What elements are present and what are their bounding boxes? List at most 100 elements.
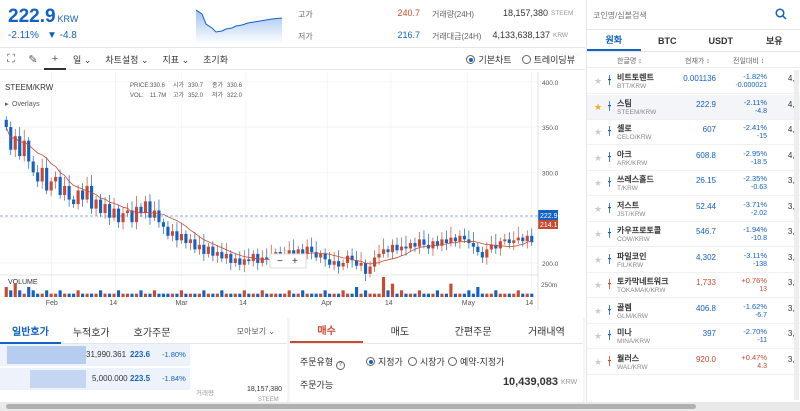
candle-body: [422, 239, 426, 245]
volume-bar: [296, 293, 300, 297]
tradingview-radio[interactable]: 트레이딩뷰: [521, 53, 575, 66]
volume-bar: [341, 290, 345, 297]
coin-market: TOKAMAK/KRW: [617, 287, 666, 294]
candle-body: [175, 231, 179, 241]
market-row[interactable]: ★골렘GLM/KRW406.8-1.62%-6.73,5: [587, 299, 800, 324]
col-price-sort[interactable]: 현재가 ↕: [685, 56, 710, 66]
ma-price-label: 214.1: [540, 222, 558, 229]
tab-buy[interactable]: 매수: [290, 318, 364, 343]
candle-body: [458, 235, 462, 242]
volume-bar: [413, 293, 417, 297]
reset-button[interactable]: 초기화: [196, 53, 235, 66]
current-price-label: 222.9: [540, 213, 558, 220]
market-row[interactable]: ★저스트JST/KRW52.44-3.71%-2.023,8: [587, 197, 800, 222]
candle-body: [498, 241, 502, 249]
reserve-order-radio[interactable]: 예약-지정가: [448, 355, 504, 368]
limit-order-radio[interactable]: 지정가: [366, 355, 403, 368]
volume-bar: [494, 290, 498, 297]
tab-cumulative-orderbook[interactable]: 누적호가: [61, 318, 122, 344]
tab-usdt[interactable]: USDT: [694, 30, 748, 51]
coin-search-input[interactable]: [593, 7, 763, 23]
volume-bar: [31, 290, 35, 297]
star-icon[interactable]: ★: [594, 229, 602, 240]
star-icon[interactable]: ★: [594, 331, 602, 342]
horizontal-scrollbar-thumb[interactable]: [6, 404, 696, 409]
coin-change-amount: -10.8: [751, 235, 767, 242]
volume-bar: [337, 293, 341, 297]
star-icon[interactable]: ★: [594, 306, 602, 317]
tab-krw[interactable]: 원화: [587, 30, 641, 51]
candle-body: [507, 239, 511, 244]
col-name-sort[interactable]: 한글명 ↕: [617, 56, 642, 66]
tab-simple-order[interactable]: 간편주문: [437, 318, 510, 343]
volume-bar: [355, 287, 359, 297]
market-row[interactable]: ★카우프로토콜COW/KRW546.7-1.94%-10.83,7: [587, 222, 800, 247]
tab-normal-orderbook[interactable]: 일반호가: [0, 318, 61, 344]
star-icon[interactable]: ★: [594, 76, 602, 87]
volume-bar: [148, 293, 152, 297]
market-scrollbar[interactable]: [794, 70, 799, 400]
search-icon[interactable]: [775, 8, 787, 20]
volume-bar: [58, 290, 62, 297]
star-icon[interactable]: ★: [594, 102, 602, 113]
star-icon[interactable]: ★: [594, 255, 602, 266]
star-icon[interactable]: ★: [594, 153, 602, 164]
market-row[interactable]: ★쓰레스홀드T/KRW26.15-2.35%-0.633,9: [587, 171, 800, 196]
candle-body: [516, 237, 520, 241]
tab-holdings[interactable]: 보유: [748, 30, 800, 51]
coin-price: 397: [702, 329, 716, 338]
chart-settings-button[interactable]: 차트설정 ⌄: [98, 53, 155, 66]
volume-bar: [40, 293, 44, 297]
candle-body: [197, 244, 201, 250]
crosshair-icon[interactable]: +: [44, 50, 66, 70]
help-icon: ?: [335, 361, 345, 370]
zoom-in-button[interactable]: +: [292, 256, 298, 267]
market-row[interactable]: ★스팀STEEM/KRW222.9-2.11%-4.84,1: [587, 94, 800, 120]
pencil-icon[interactable]: ✎: [22, 50, 44, 70]
indicator-button[interactable]: 지표 ⌄: [156, 53, 197, 66]
view-more-select[interactable]: 모아보기 ⌄: [225, 318, 287, 344]
basic-chart-radio[interactable]: 기본차트: [466, 53, 512, 66]
candle-body: [224, 253, 228, 259]
volume-bar: [485, 293, 489, 297]
tab-btc[interactable]: BTC: [641, 30, 695, 51]
high-label: 고가: [298, 10, 313, 19]
tab-trade-history[interactable]: 거래내역: [510, 318, 583, 343]
market-row[interactable]: ★셀로CELO/KRW607-2.41%-154,1: [587, 120, 800, 145]
tab-sell[interactable]: 매도: [363, 318, 436, 343]
mini-candle-icon: [608, 202, 611, 213]
star-icon[interactable]: ★: [594, 127, 602, 138]
star-icon[interactable]: ★: [594, 357, 602, 368]
volume-bar: [372, 293, 377, 297]
tab-orderbook-order[interactable]: 호가주문: [122, 318, 183, 344]
zoom-out-button[interactable]: −: [277, 256, 283, 267]
star-icon[interactable]: ★: [594, 280, 602, 291]
orderbook-vol-label: 거래량: [196, 390, 214, 397]
candle-body: [372, 257, 377, 267]
volume-bar: [54, 293, 58, 297]
x-tick-label: Apr: [321, 300, 333, 307]
star-icon[interactable]: ★: [594, 204, 602, 215]
market-row[interactable]: ★파일코인FIL/KRW4,302-3.11%-1383,7: [587, 248, 800, 273]
market-row[interactable]: ★아크ARK/KRW608.8-2.95%-18.54,0: [587, 146, 800, 171]
interval-select[interactable]: 일 ⌄: [66, 53, 98, 66]
candlestick-chart[interactable]: 400.0350.0300.0250.0200.0 Feb14Mar14Apr1…: [0, 72, 585, 310]
market-row[interactable]: ★미나MINA/KRW397-2.70%-113,5: [587, 324, 800, 349]
market-row[interactable]: ★월러스WAL/KRW920.0+0.47%4.33,4: [587, 350, 800, 375]
volume-bar: [440, 293, 444, 297]
market-order-radio[interactable]: 시장가: [408, 355, 445, 368]
candle-body: [319, 253, 323, 258]
col-change-sort[interactable]: 전일대비 ↕: [733, 56, 764, 66]
change-amount: ▼ -4.8: [46, 30, 77, 41]
volume-bar: [76, 290, 80, 297]
market-row[interactable]: ★토카막네트워크TOKAMAK/KRW1,733+0.76%133,6: [587, 273, 800, 298]
market-row[interactable]: ★비트토렌트BTT/KRW0.001136-1.82%-0.0000214,4: [587, 69, 800, 94]
candle-body: [341, 262, 345, 267]
volume-bar: [215, 293, 219, 297]
star-icon[interactable]: ★: [594, 178, 602, 189]
candle-body: [368, 266, 372, 274]
fullscreen-icon[interactable]: ⛶: [0, 50, 22, 70]
candle-body: [188, 239, 192, 244]
low-label: 저가: [298, 32, 313, 41]
coin-change-amount: -18.5: [751, 158, 767, 166]
